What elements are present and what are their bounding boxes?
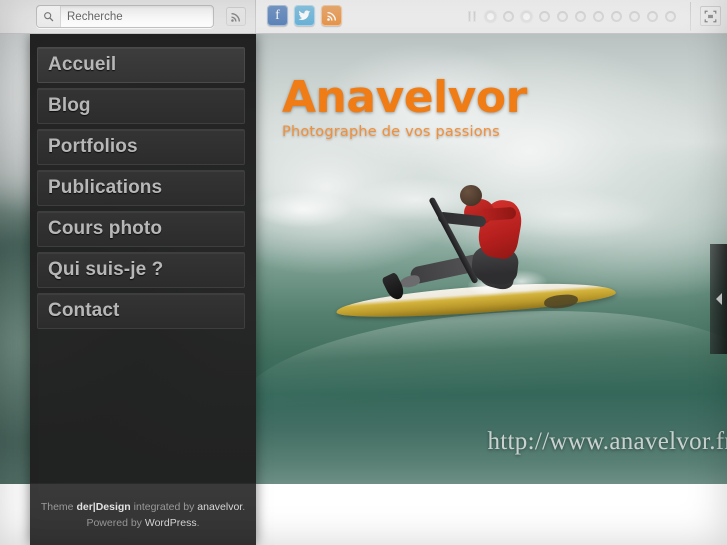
paddleboarder-figure bbox=[335, 182, 636, 327]
photo-watermark: http://www.anavelvor.fr bbox=[487, 428, 727, 455]
pause-bar-right bbox=[473, 11, 476, 22]
sidebar-item-qui-suis-je[interactable]: Qui suis-je ? bbox=[37, 252, 245, 288]
social-link-facebook[interactable]: f bbox=[267, 5, 288, 26]
footer-period-2: . bbox=[196, 516, 200, 529]
slideshow-dot-5[interactable] bbox=[557, 11, 568, 22]
slideshow-dot-10[interactable] bbox=[647, 11, 658, 22]
rss-feed-icon bbox=[326, 11, 336, 21]
sidebar-item-label: Blog bbox=[48, 95, 91, 116]
slideshow-pagination bbox=[468, 0, 676, 33]
facebook-icon: f bbox=[275, 7, 280, 23]
sidebar-item-contact[interactable]: Contact bbox=[37, 293, 245, 329]
sidebar-item-label: Publications bbox=[48, 177, 163, 198]
logo-title: Anavelvor bbox=[282, 72, 527, 123]
search-submit-button[interactable] bbox=[37, 6, 61, 27]
footer-integrated-by: integrated by bbox=[130, 500, 198, 513]
sidebar-item-blog[interactable]: Blog bbox=[37, 88, 245, 124]
theme-link[interactable]: der|Design bbox=[76, 501, 130, 513]
head bbox=[460, 185, 482, 206]
slideshow-dot-2[interactable] bbox=[503, 11, 514, 22]
twitter-icon bbox=[298, 10, 311, 20]
author-link[interactable]: anavelvor bbox=[197, 501, 242, 513]
slideshow-dot-11[interactable] bbox=[665, 11, 676, 22]
wordpress-link[interactable]: WordPress bbox=[145, 517, 197, 529]
site-logo[interactable]: Anavelvor Photographe de vos passions bbox=[282, 72, 527, 141]
slideshow-dot-9[interactable] bbox=[629, 11, 640, 22]
sidebar-item-cours-photo[interactable]: Cours photo bbox=[37, 211, 245, 247]
footer-theme-prefix: Theme bbox=[40, 500, 77, 513]
sidebar-item-publications[interactable]: Publications bbox=[37, 170, 245, 206]
fullscreen-icon bbox=[704, 10, 717, 22]
social-link-rss[interactable] bbox=[321, 5, 342, 26]
footer-powered-line: Powered by WordPress. bbox=[86, 517, 199, 529]
slideshow-dot-3[interactable] bbox=[521, 11, 532, 22]
hero-slideshow: Anavelvor Photographe de vos passions ht… bbox=[256, 34, 727, 484]
search-box[interactable] bbox=[36, 5, 214, 28]
slideshow-next-button[interactable] bbox=[710, 244, 727, 354]
feed-button[interactable] bbox=[226, 7, 246, 26]
slideshow-pause-button[interactable] bbox=[468, 11, 478, 22]
sidebar-item-label: Cours photo bbox=[48, 218, 163, 239]
sidebar-item-accueil[interactable]: Accueil bbox=[37, 47, 245, 83]
main-navigation: Accueil Blog Portfolios Publications Cou… bbox=[37, 47, 245, 334]
search-input[interactable] bbox=[61, 7, 213, 26]
pause-bar-left bbox=[468, 11, 471, 22]
sidebar-item-label: Qui suis-je ? bbox=[48, 259, 164, 280]
slideshow-dot-8[interactable] bbox=[611, 11, 622, 22]
slideshow-dot-1[interactable] bbox=[485, 11, 496, 22]
site-footer: Theme der|Design integrated by anavelvor… bbox=[30, 484, 256, 545]
top-toolbar: f bbox=[0, 0, 727, 34]
sidebar-item-portfolios[interactable]: Portfolios bbox=[37, 129, 245, 165]
logo-subtitle: Photographe de vos passions bbox=[282, 124, 500, 140]
footer-credit-line: Theme der|Design integrated by anavelvor… bbox=[41, 501, 245, 513]
sidebar-item-label: Contact bbox=[48, 300, 120, 321]
chevron-right-icon bbox=[715, 293, 722, 305]
sidebar: Accueil Blog Portfolios Publications Cou… bbox=[30, 34, 256, 545]
toolbar-divider bbox=[690, 2, 691, 31]
browser-page: f bbox=[0, 0, 727, 545]
sidebar-item-label: Portfolios bbox=[48, 136, 138, 157]
social-link-twitter[interactable] bbox=[294, 5, 315, 26]
slideshow-dot-4[interactable] bbox=[539, 11, 550, 22]
footer-powered-prefix: Powered by bbox=[86, 516, 145, 529]
slideshow-dot-7[interactable] bbox=[593, 11, 604, 22]
footer-period-1: . bbox=[242, 500, 246, 513]
search-icon bbox=[44, 12, 54, 22]
fullscreen-button[interactable] bbox=[700, 6, 721, 26]
sidebar-item-label: Accueil bbox=[48, 54, 117, 75]
rss-icon bbox=[231, 12, 241, 22]
slideshow-dot-6[interactable] bbox=[575, 11, 586, 22]
